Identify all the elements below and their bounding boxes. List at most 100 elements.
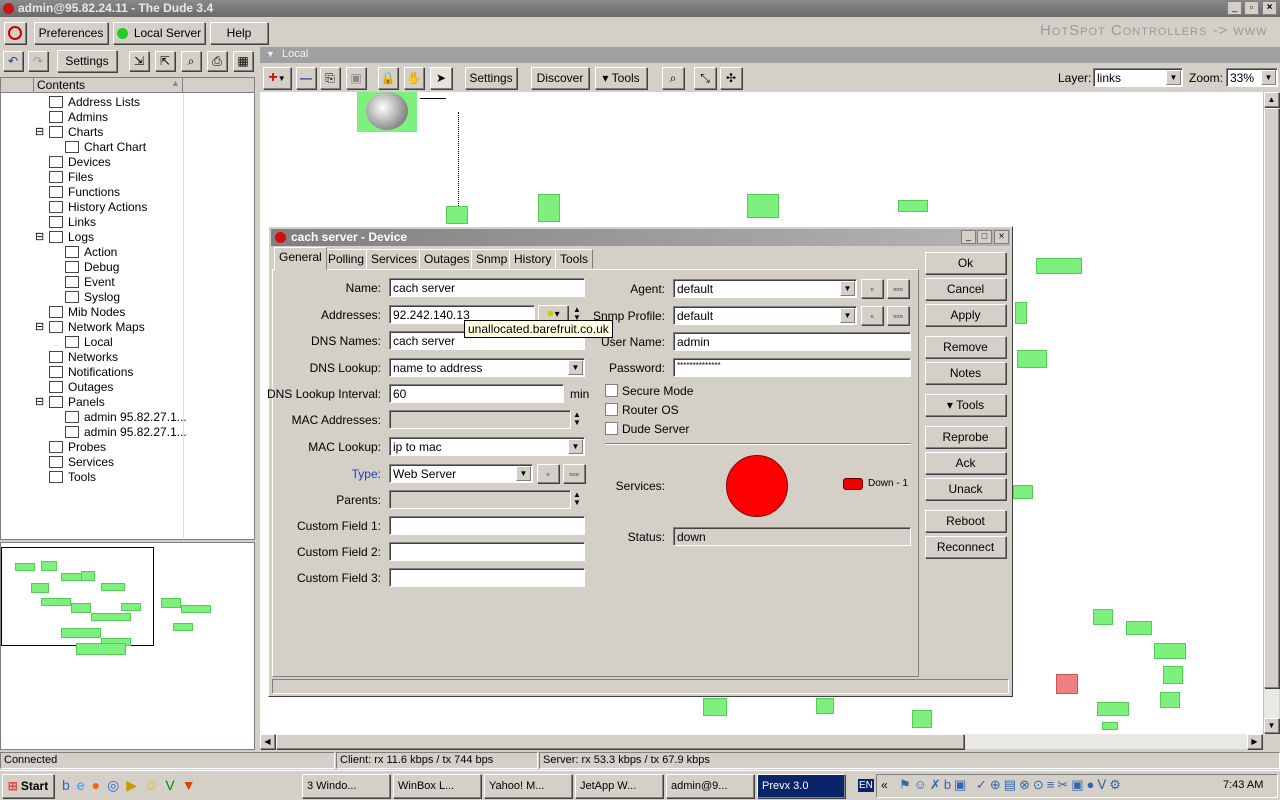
discover-button[interactable]: Discover bbox=[531, 67, 589, 89]
device-node[interactable] bbox=[1163, 666, 1183, 684]
taskbar-task[interactable]: Yahoo! M... bbox=[484, 774, 572, 798]
device-node-down[interactable] bbox=[1056, 674, 1078, 694]
type-edit-button[interactable]: ▫ bbox=[537, 464, 559, 483]
fit-icon[interactable]: ⤡ bbox=[694, 67, 716, 89]
router-os-checkbox[interactable] bbox=[605, 403, 618, 416]
collapse-toggle-icon[interactable]: ⊟ bbox=[35, 320, 44, 333]
dialog-close-button[interactable]: × bbox=[994, 230, 1009, 244]
tree-item[interactable]: admin 95.82.27.1... bbox=[65, 424, 187, 439]
vscroll-thumb[interactable] bbox=[1264, 108, 1279, 688]
device-node[interactable] bbox=[538, 194, 560, 222]
dude-server-checkbox[interactable] bbox=[605, 422, 618, 435]
agent-more-button[interactable]: ▫▫▫ bbox=[887, 279, 909, 298]
type-more-button[interactable]: ▫▫▫ bbox=[563, 464, 585, 483]
zoom-select[interactable]: 33% ▼ bbox=[1226, 68, 1278, 87]
device-node[interactable] bbox=[898, 200, 928, 212]
tree-item[interactable]: admin 95.82.27.1... bbox=[65, 409, 187, 424]
tree-item[interactable]: Local bbox=[65, 334, 113, 349]
taskbar-task[interactable]: 3 Windo... bbox=[302, 774, 390, 798]
ack-button[interactable]: Ack bbox=[925, 452, 1006, 474]
tree-item[interactable]: Action bbox=[65, 244, 117, 259]
tree-item[interactable]: Networks bbox=[49, 349, 118, 364]
layer-select[interactable]: links ▼ bbox=[1093, 68, 1183, 87]
tab-polling[interactable]: Polling bbox=[323, 249, 370, 269]
copy-icon[interactable]: ⎘ bbox=[320, 67, 340, 89]
contents-column[interactable]: Contents bbox=[33, 78, 183, 93]
tree-item[interactable]: Functions bbox=[49, 184, 120, 199]
lock-icon[interactable]: 🔒 bbox=[378, 67, 398, 89]
tab-services[interactable]: Services bbox=[366, 249, 423, 269]
tree-item[interactable]: Services bbox=[49, 454, 114, 469]
cancel-button[interactable]: Cancel bbox=[925, 278, 1006, 300]
minimap[interactable] bbox=[0, 542, 255, 750]
dns-lookup-select[interactable]: name to address ▼ bbox=[389, 358, 585, 377]
mac-spin[interactable]: ▲ ▼ bbox=[573, 411, 581, 427]
tree-item[interactable]: ⊟ Network Maps bbox=[35, 319, 145, 334]
local-server-button[interactable]: Local Server bbox=[113, 22, 205, 44]
dialog-minimize-button[interactable]: _ bbox=[961, 230, 976, 244]
tree-item[interactable]: Chart Chart bbox=[65, 139, 146, 154]
device-node[interactable] bbox=[1036, 258, 1082, 274]
tab-history[interactable]: History bbox=[509, 249, 557, 269]
ok-button[interactable]: Ok bbox=[925, 252, 1006, 274]
tab-outages[interactable]: Outages bbox=[419, 249, 475, 269]
reconnect-button[interactable]: Reconnect bbox=[925, 536, 1006, 558]
dns-interval-field[interactable]: 60 bbox=[389, 384, 564, 403]
find-icon[interactable]: ⌕ bbox=[181, 51, 201, 71]
tree-item[interactable]: Event bbox=[65, 274, 115, 289]
collapse-toggle-icon[interactable]: ⊟ bbox=[35, 395, 44, 408]
tree-header[interactable]: Contents ▲ bbox=[1, 78, 254, 93]
add-button[interactable]: + ▼ bbox=[263, 67, 291, 89]
unack-button[interactable]: Unack bbox=[925, 478, 1006, 500]
tree-item[interactable]: Admins bbox=[49, 109, 108, 124]
map-tools-button[interactable]: ▾ Tools bbox=[595, 67, 647, 89]
taskbar-task[interactable]: JetApp W... bbox=[575, 774, 663, 798]
device-node[interactable] bbox=[816, 698, 834, 714]
tab-tools[interactable]: Tools bbox=[555, 249, 594, 269]
parents-field[interactable] bbox=[389, 490, 571, 509]
map-horizontal-scrollbar[interactable]: ◀ ▶ bbox=[260, 734, 1263, 749]
secure-mode-checkbox[interactable] bbox=[605, 384, 618, 397]
tree-item[interactable]: ⊟ Logs bbox=[35, 229, 94, 244]
table-icon[interactable]: ▦ bbox=[233, 51, 253, 71]
tree-item[interactable]: Outages bbox=[49, 379, 113, 394]
tree-item[interactable]: Tools bbox=[49, 469, 96, 484]
tree-item[interactable]: Links bbox=[49, 214, 96, 229]
mac-addresses-field[interactable] bbox=[389, 410, 571, 429]
dialog-title-bar[interactable]: cach server - Device _ □ × bbox=[271, 229, 1010, 246]
firefox-icon[interactable]: ● bbox=[92, 777, 100, 794]
device-node[interactable] bbox=[747, 194, 779, 218]
tree-item[interactable]: Probes bbox=[49, 439, 106, 454]
snmp-edit-button[interactable]: ▫ bbox=[861, 306, 883, 325]
tray-expand-icon[interactable]: « bbox=[881, 778, 888, 792]
device-node[interactable] bbox=[1097, 702, 1129, 716]
device-node[interactable] bbox=[912, 710, 932, 728]
taskbar-task[interactable]: admin@9... bbox=[666, 774, 754, 798]
tree-item[interactable]: History Actions bbox=[49, 199, 147, 214]
collapse-toggle-icon[interactable]: ⊟ bbox=[35, 230, 44, 243]
tree-item[interactable]: Notifications bbox=[49, 364, 133, 379]
dialog-maximize-button[interactable]: □ bbox=[977, 230, 992, 244]
parents-spin[interactable]: ▲ ▼ bbox=[573, 491, 581, 507]
name-field[interactable]: cach server bbox=[389, 278, 585, 297]
close-button[interactable]: × bbox=[1262, 1, 1277, 15]
custom2-field[interactable] bbox=[389, 542, 585, 561]
type-label[interactable]: Type: bbox=[352, 467, 381, 481]
minimize-button[interactable]: _ bbox=[1227, 1, 1242, 15]
settings-button[interactable]: Settings bbox=[57, 50, 117, 72]
undo-button[interactable]: ↶ bbox=[3, 51, 23, 71]
find-device-icon[interactable]: ⌕ bbox=[662, 67, 684, 89]
tray-icons[interactable]: ⚑☺✗b▣ ✓⊕▤⊗⊙≡✂▣●Ⅴ⚙ bbox=[899, 777, 1124, 793]
taskbar-task[interactable]: WinBox L... bbox=[393, 774, 481, 798]
device-node[interactable] bbox=[1093, 609, 1113, 625]
snmp-profile-select[interactable]: default ▼ bbox=[673, 306, 857, 325]
lang-indicator[interactable]: EN bbox=[858, 779, 874, 792]
notes-button[interactable]: Notes bbox=[925, 362, 1006, 384]
custom1-field[interactable] bbox=[389, 516, 585, 535]
media-icon[interactable]: ▶ bbox=[126, 777, 137, 794]
remove-icon[interactable]: — bbox=[296, 67, 316, 89]
user-name-field[interactable]: admin bbox=[673, 332, 911, 351]
yahoo-icon[interactable]: ☺ bbox=[144, 777, 158, 794]
tree-item[interactable]: Files bbox=[49, 169, 93, 184]
map-vertical-scrollbar[interactable]: ▲ ▼ bbox=[1263, 92, 1279, 734]
